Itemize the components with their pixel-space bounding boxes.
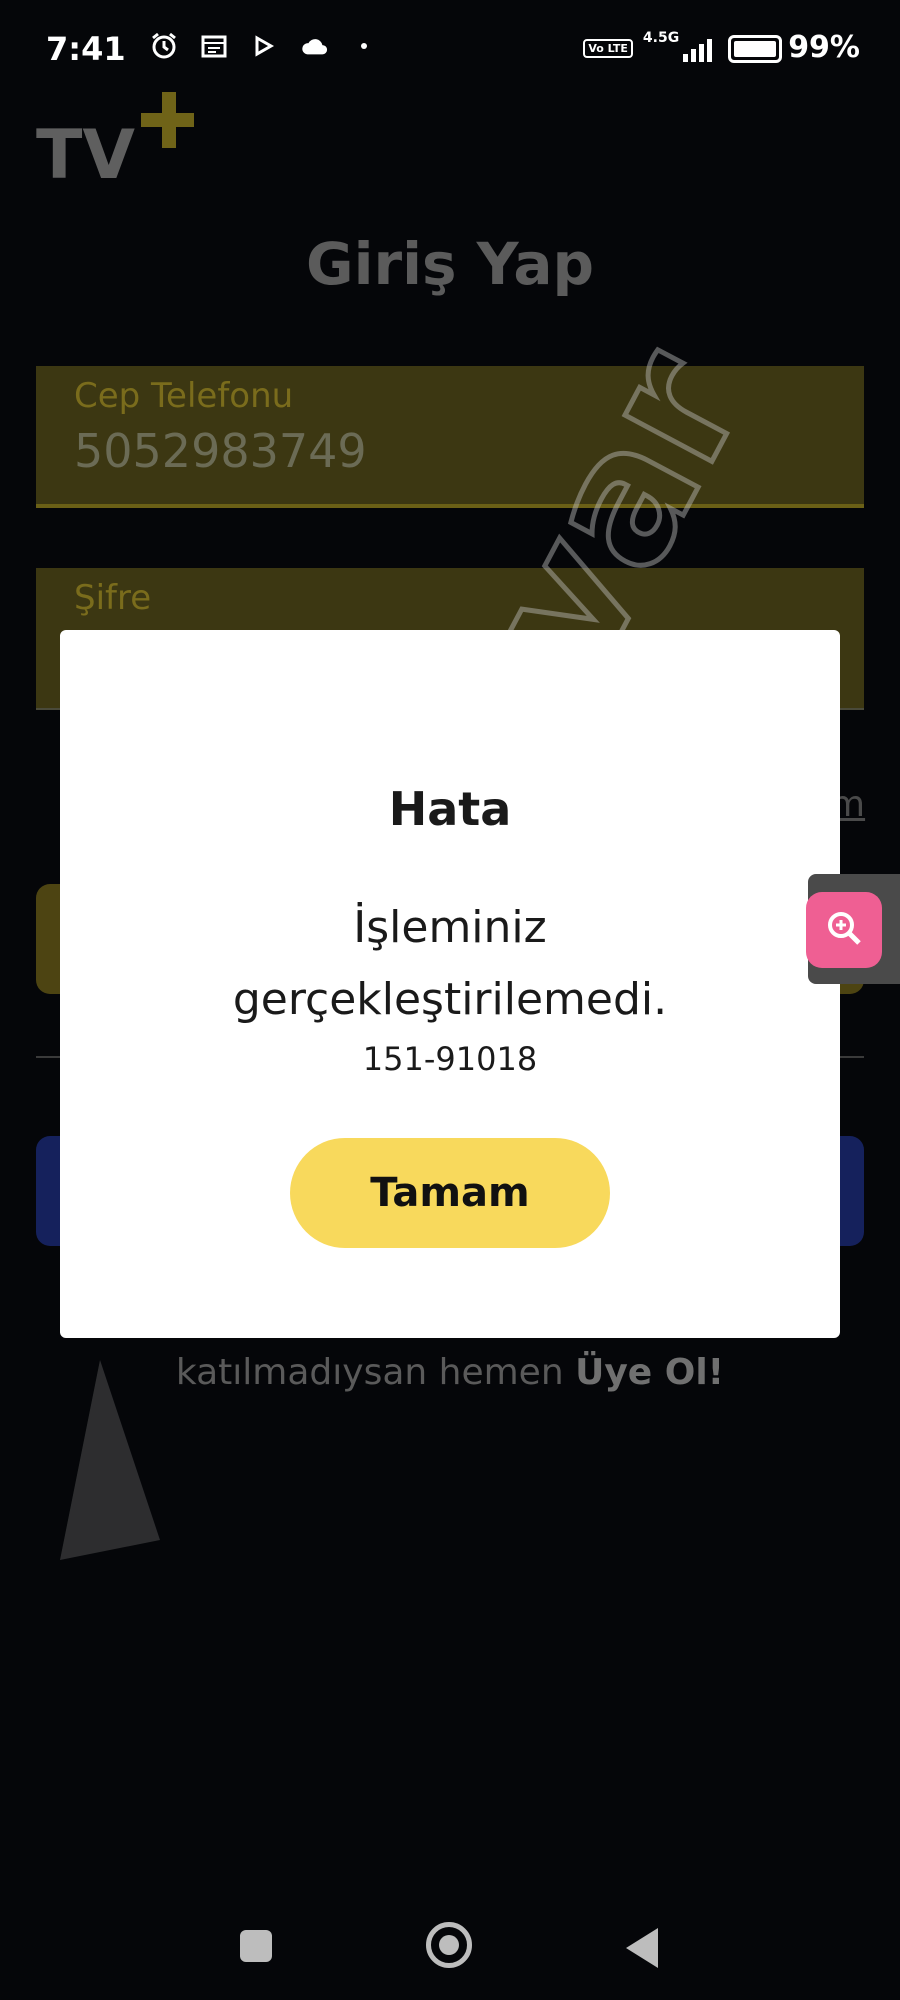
tv-plus-logo: TV (34, 90, 197, 195)
home-icon[interactable] (426, 1922, 472, 1968)
dialog-error-code: 151-91018 (362, 1040, 538, 1078)
play-store-icon (250, 32, 278, 60)
status-time: 7:41 (46, 30, 126, 68)
signup-link[interactable]: Üye Ol! (575, 1352, 724, 1393)
network-type: 4.5G (642, 30, 680, 46)
signup-text: katılmadıysan hemen (175, 1352, 576, 1393)
phone-field[interactable]: Cep Telefonu 5052983749 (36, 366, 864, 508)
dot-icon (350, 32, 378, 60)
page-title: Giriş Yap (305, 230, 595, 298)
signal-icon (683, 36, 713, 62)
phone-field-label: Cep Telefonu (74, 376, 294, 416)
status-bar: 7:41 Vo LTE 4.5G 99% (0, 0, 900, 100)
cloud-icon (300, 32, 328, 60)
ok-button[interactable]: Tamam (290, 1138, 610, 1248)
status-notification-icons (150, 32, 378, 60)
zoom-button[interactable] (806, 892, 882, 968)
dialog-message: İşleminiz gerçekleştirilemedi. (232, 902, 668, 1025)
status-system-icons: Vo LTE 4.5G 99% (583, 30, 860, 65)
svg-text:TV: TV (36, 116, 135, 190)
alarm-icon (150, 32, 178, 60)
volte-badge: Vo LTE (583, 39, 633, 58)
battery-level: 99% (788, 30, 860, 65)
battery-icon (728, 34, 783, 63)
signup-prompt: katılmadıysan hemen Üye Ol! (0, 1352, 900, 1393)
recents-icon[interactable] (240, 1930, 272, 1962)
phone-field-value[interactable]: 5052983749 (74, 424, 367, 478)
back-icon[interactable] (626, 1928, 658, 1968)
zoom-in-icon (824, 908, 864, 952)
error-dialog: Hata İşleminiz gerçekleştirilemedi. 151-… (60, 630, 840, 1338)
calendar-icon (200, 32, 228, 60)
password-field-label: Şifre (74, 578, 152, 618)
dialog-title: Hata (388, 782, 512, 836)
